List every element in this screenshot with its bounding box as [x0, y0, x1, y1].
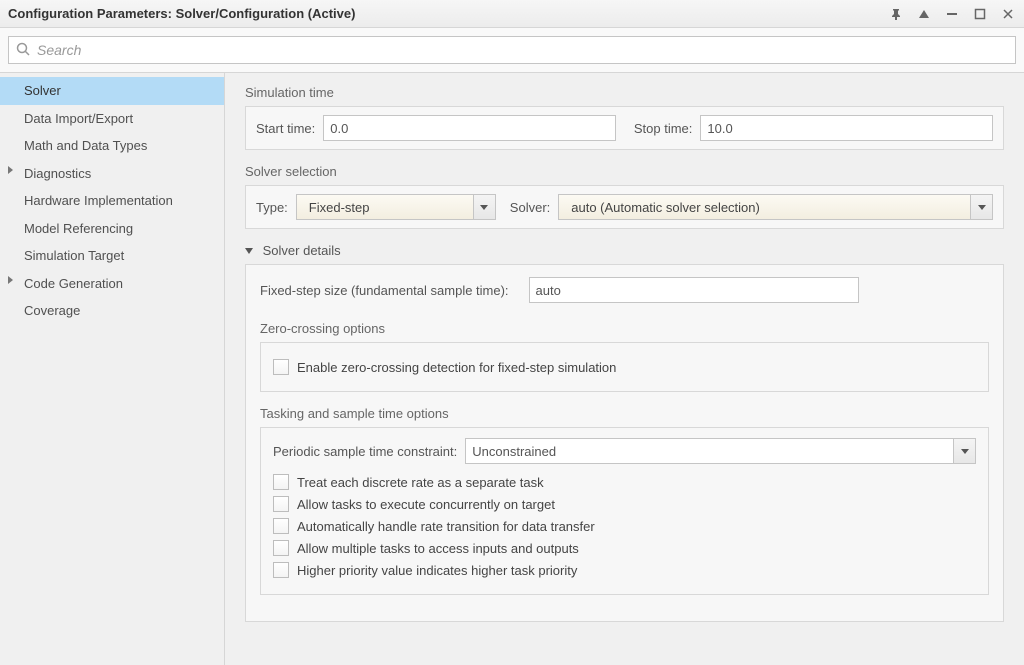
- tasking-checkbox-1[interactable]: [273, 496, 289, 512]
- window-title: Configuration Parameters: Solver/Configu…: [8, 6, 888, 21]
- tasking-checkbox-label: Allow multiple tasks to access inputs an…: [297, 541, 579, 556]
- periodic-label: Periodic sample time constraint:: [273, 444, 457, 459]
- chevron-down-icon: [953, 439, 975, 463]
- sidebar-item-diagnostics[interactable]: Diagnostics: [0, 160, 224, 188]
- sidebar-item-data-import-export[interactable]: Data Import/Export: [0, 105, 224, 133]
- solver-details-expander[interactable]: Solver details: [245, 243, 1004, 258]
- sidebar-item-label: Simulation Target: [24, 248, 124, 263]
- tasking-checkbox-label: Higher priority value indicates higher t…: [297, 563, 577, 578]
- start-time-label: Start time:: [256, 121, 315, 136]
- type-select-text: Fixed-step: [303, 200, 473, 215]
- solver-label: Solver:: [510, 200, 550, 215]
- main-split: Solver Data Import/Export Math and Data Ty…: [0, 73, 1024, 665]
- sidebar-item-code-generation[interactable]: Code Generation: [0, 270, 224, 298]
- stop-time-label: Stop time:: [634, 121, 693, 136]
- solver-selection-panel: Type: Fixed-step Solver: auto (Automatic…: [245, 185, 1004, 229]
- zero-crossing-checkbox[interactable]: [273, 359, 289, 375]
- tasking-checkbox-2[interactable]: [273, 518, 289, 534]
- zero-crossing-checkbox-label: Enable zero-crossing detection for fixed…: [297, 360, 616, 375]
- window-controls: [888, 6, 1016, 22]
- sidebar-item-label: Coverage: [24, 303, 80, 318]
- stop-time-input[interactable]: [700, 115, 993, 141]
- solver-selection-label: Solver selection: [245, 164, 1004, 179]
- tasking-label: Tasking and sample time options: [260, 406, 989, 421]
- sidebar-item-label: Solver: [24, 83, 61, 98]
- tasking-checkbox-label: Treat each discrete rate as a separate t…: [297, 475, 544, 490]
- sidebar-item-math-and-data-types[interactable]: Math and Data Types: [0, 132, 224, 160]
- solver-details-title: Solver details: [263, 243, 341, 258]
- sidebar-item-model-referencing[interactable]: Model Referencing: [0, 215, 224, 243]
- search-box[interactable]: [8, 36, 1016, 64]
- up-triangle-icon[interactable]: [916, 6, 932, 22]
- sidebar-item-label: Diagnostics: [24, 166, 91, 181]
- sidebar-item-hardware-implementation[interactable]: Hardware Implementation: [0, 187, 224, 215]
- close-icon[interactable]: [1000, 6, 1016, 22]
- sidebar-item-solver[interactable]: Solver: [0, 77, 224, 105]
- sidebar-item-label: Hardware Implementation: [24, 193, 173, 208]
- periodic-select-text: Unconstrained: [472, 444, 953, 459]
- search-row: [0, 28, 1024, 73]
- sidebar-item-label: Data Import/Export: [24, 111, 133, 126]
- solver-select-text: auto (Automatic solver selection): [565, 200, 970, 215]
- sidebar-item-label: Model Referencing: [24, 221, 133, 236]
- simulation-time-label: Simulation time: [245, 85, 1004, 100]
- zero-crossing-panel: Enable zero-crossing detection for fixed…: [260, 342, 989, 392]
- chevron-down-icon: [473, 195, 495, 219]
- type-select[interactable]: Fixed-step: [296, 194, 496, 220]
- tasking-checkbox-label: Allow tasks to execute concurrently on t…: [297, 497, 555, 512]
- fixed-step-input[interactable]: [529, 277, 859, 303]
- tasking-check-row: Allow tasks to execute concurrently on t…: [273, 496, 976, 512]
- sidebar-item-label: Math and Data Types: [24, 138, 147, 153]
- search-input[interactable]: [35, 41, 1009, 59]
- type-label: Type:: [256, 200, 288, 215]
- tasking-checkbox-4[interactable]: [273, 562, 289, 578]
- expander-icon: [8, 166, 13, 174]
- titlebar: Configuration Parameters: Solver/Configu…: [0, 0, 1024, 28]
- content-pane: Simulation time Start time: Stop time: S…: [225, 73, 1024, 665]
- tasking-checkbox-0[interactable]: [273, 474, 289, 490]
- maximize-icon[interactable]: [972, 6, 988, 22]
- expander-icon: [8, 276, 13, 284]
- sidebar: Solver Data Import/Export Math and Data Ty…: [0, 73, 225, 665]
- minimize-icon[interactable]: [944, 6, 960, 22]
- tasking-check-row: Treat each discrete rate as a separate t…: [273, 474, 976, 490]
- tasking-check-row: Higher priority value indicates higher t…: [273, 562, 976, 578]
- tasking-checkbox-label: Automatically handle rate transition for…: [297, 519, 595, 534]
- solver-select[interactable]: auto (Automatic solver selection): [558, 194, 993, 220]
- sidebar-item-label: Code Generation: [24, 276, 123, 291]
- zero-crossing-label: Zero-crossing options: [260, 321, 989, 336]
- search-icon: [15, 41, 31, 60]
- start-time-input[interactable]: [323, 115, 616, 141]
- pin-icon[interactable]: [888, 6, 904, 22]
- chevron-down-icon: [970, 195, 992, 219]
- periodic-select[interactable]: Unconstrained: [465, 438, 976, 464]
- tasking-panel: Periodic sample time constraint: Unconst…: [260, 427, 989, 595]
- tasking-checkbox-3[interactable]: [273, 540, 289, 556]
- tasking-check-row: Allow multiple tasks to access inputs an…: [273, 540, 976, 556]
- sidebar-item-simulation-target[interactable]: Simulation Target: [0, 242, 224, 270]
- solver-details-panel: Fixed-step size (fundamental sample time…: [245, 264, 1004, 622]
- simulation-time-panel: Start time: Stop time:: [245, 106, 1004, 150]
- fixed-step-label: Fixed-step size (fundamental sample time…: [260, 283, 509, 298]
- tasking-check-row: Automatically handle rate transition for…: [273, 518, 976, 534]
- sidebar-item-coverage[interactable]: Coverage: [0, 297, 224, 325]
